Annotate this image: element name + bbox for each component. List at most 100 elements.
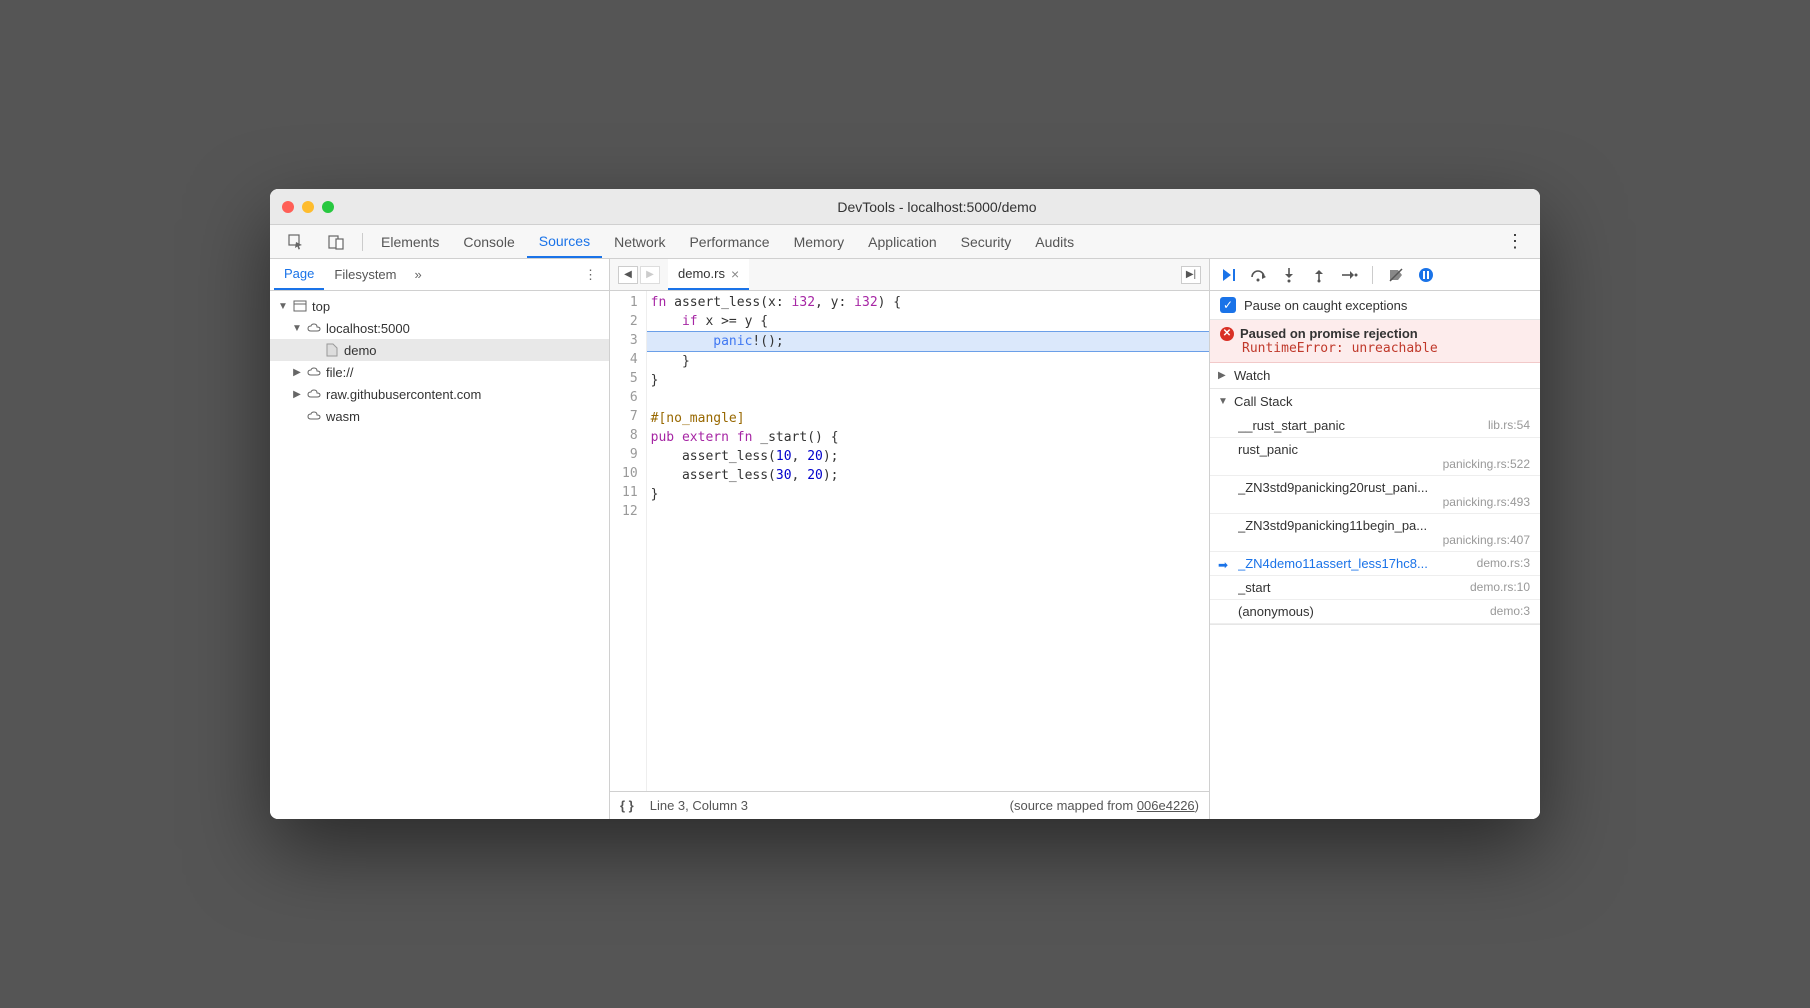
filesystem-tab[interactable]: Filesystem <box>324 259 406 290</box>
debugger-toolbar <box>1210 259 1540 291</box>
more-tabs-button[interactable]: » <box>407 267 430 282</box>
tab-elements[interactable]: Elements <box>369 225 451 258</box>
code-line[interactable]: assert_less(30, 20); <box>647 466 1209 485</box>
close-window-button[interactable] <box>282 201 294 213</box>
code-line[interactable]: panic!(); <box>647 331 1209 352</box>
pause-caught-row[interactable]: ✓ Pause on caught exceptions <box>1210 291 1540 320</box>
tab-network[interactable]: Network <box>602 225 677 258</box>
main-area: Page Filesystem » ⋮ ▼ top ▼ localhost:50… <box>270 259 1540 819</box>
code-line[interactable]: if x >= y { <box>647 312 1209 331</box>
error-icon: ✕ <box>1220 327 1234 341</box>
pretty-print-icon[interactable]: { } <box>620 798 634 813</box>
frame-function: rust_panic <box>1238 442 1298 457</box>
file-tab-label: demo.rs <box>678 266 725 281</box>
frame-location: lib.rs:54 <box>1488 418 1530 433</box>
tree-label: top <box>312 299 330 314</box>
window-icon <box>292 298 308 314</box>
stack-frame[interactable]: ➡_ZN4demo11assert_less17hc8...demo.rs:3 <box>1210 552 1540 576</box>
tree-raw-github[interactable]: ▶ raw.githubusercontent.com <box>270 383 609 405</box>
frame-location: demo.rs:3 <box>1477 556 1530 571</box>
cursor-position: Line 3, Column 3 <box>650 798 748 813</box>
code-line[interactable]: pub extern fn _start() { <box>647 428 1209 447</box>
stack-frame[interactable]: __rust_start_panic lib.rs:54 <box>1210 414 1540 438</box>
cloud-icon <box>306 408 322 424</box>
code-line[interactable] <box>647 504 1209 523</box>
tab-console[interactable]: Console <box>451 225 526 258</box>
tab-audits[interactable]: Audits <box>1023 225 1086 258</box>
step-button[interactable] <box>1340 266 1358 284</box>
stack-frame[interactable]: _ZN3std9panicking20rust_pani...panicking… <box>1210 476 1540 514</box>
frame-location: panicking.rs:522 <box>1238 457 1530 471</box>
tab-performance[interactable]: Performance <box>677 225 781 258</box>
editor-statusbar: { } Line 3, Column 3 (source mapped from… <box>610 791 1209 819</box>
close-tab-icon[interactable]: × <box>731 266 739 282</box>
stack-frame[interactable]: _ZN3std9panicking11begin_pa...panicking.… <box>1210 514 1540 552</box>
tree-top[interactable]: ▼ top <box>270 295 609 317</box>
tab-security[interactable]: Security <box>949 225 1024 258</box>
tab-application[interactable]: Application <box>856 225 949 258</box>
nav-forward-button[interactable]: ▶ <box>640 266 660 284</box>
device-toolbar-icon[interactable] <box>316 225 356 258</box>
tab-memory[interactable]: Memory <box>782 225 857 258</box>
step-over-button[interactable] <box>1250 266 1268 284</box>
stack-frame[interactable]: (anonymous)demo:3 <box>1210 600 1540 624</box>
tree-file-demo[interactable]: demo <box>270 339 609 361</box>
devtools-toolbar: ElementsConsoleSourcesNetworkPerformance… <box>270 225 1540 259</box>
nav-back-button[interactable]: ◀ <box>618 266 638 284</box>
file-tab-demo-rs[interactable]: demo.rs × <box>668 259 749 290</box>
checkbox-checked-icon[interactable]: ✓ <box>1220 297 1236 313</box>
frame-function: _ZN3std9panicking11begin_pa... <box>1238 518 1427 533</box>
tree-label: wasm <box>326 409 360 424</box>
cloud-icon <box>306 386 322 402</box>
code-line[interactable]: } <box>647 352 1209 371</box>
code-area[interactable]: fn assert_less(x: i32, y: i32) { if x >=… <box>647 291 1209 791</box>
step-out-button[interactable] <box>1310 266 1328 284</box>
callstack-section-header[interactable]: ▼ Call Stack <box>1210 389 1540 414</box>
cloud-icon <box>306 364 322 380</box>
deactivate-breakpoints-button[interactable] <box>1387 266 1405 284</box>
page-tab[interactable]: Page <box>274 259 324 290</box>
code-line[interactable]: assert_less(10, 20); <box>647 447 1209 466</box>
code-line[interactable]: fn assert_less(x: i32, y: i32) { <box>647 293 1209 312</box>
frame-function: _ZN3std9panicking20rust_pani... <box>1238 480 1428 495</box>
tree-label: raw.githubusercontent.com <box>326 387 481 402</box>
editor-panel: ◀ ▶ demo.rs × ▶| 123456789101112 fn asse… <box>610 259 1210 819</box>
tree-file-scheme[interactable]: ▶ file:// <box>270 361 609 383</box>
file-tree: ▼ top ▼ localhost:5000 demo ▶ f <box>270 291 609 819</box>
frame-function: __rust_start_panic <box>1238 418 1345 433</box>
navigator-options-icon[interactable]: ⋮ <box>576 267 605 283</box>
source-map-info: (source mapped from 006e4226) <box>1010 798 1199 813</box>
stack-frame[interactable]: _start demo.rs:10 <box>1210 576 1540 600</box>
source-map-link[interactable]: 006e4226 <box>1137 798 1195 813</box>
zoom-window-button[interactable] <box>322 201 334 213</box>
code-editor[interactable]: 123456789101112 fn assert_less(x: i32, y… <box>610 291 1209 791</box>
show-sidebar-button[interactable]: ▶| <box>1181 266 1201 284</box>
gutter: 123456789101112 <box>610 291 647 791</box>
stack-frame[interactable]: rust_panicpanicking.rs:522 <box>1210 438 1540 476</box>
separator <box>362 233 363 251</box>
tree-wasm[interactable]: wasm <box>270 405 609 427</box>
tree-label: localhost:5000 <box>326 321 410 336</box>
step-into-button[interactable] <box>1280 266 1298 284</box>
resume-button[interactable] <box>1220 266 1238 284</box>
inspect-element-icon[interactable] <box>276 225 316 258</box>
pause-caught-label: Pause on caught exceptions <box>1244 298 1407 313</box>
frame-location: demo.rs:10 <box>1470 580 1530 595</box>
alert-message: RuntimeError: unreachable <box>1220 341 1530 356</box>
frame-location: panicking.rs:407 <box>1238 533 1530 547</box>
pause-on-exceptions-button[interactable] <box>1417 266 1435 284</box>
tree-host[interactable]: ▼ localhost:5000 <box>270 317 609 339</box>
code-line[interactable] <box>647 390 1209 409</box>
minimize-window-button[interactable] <box>302 201 314 213</box>
code-line[interactable]: #[no_mangle] <box>647 409 1209 428</box>
watch-section-header[interactable]: ▶ Watch <box>1210 363 1540 388</box>
more-options-icon[interactable]: ⋮ <box>1496 231 1534 252</box>
frame-function: _start <box>1238 580 1271 595</box>
tab-sources[interactable]: Sources <box>527 225 602 258</box>
titlebar: DevTools - localhost:5000/demo <box>270 189 1540 225</box>
file-icon <box>324 342 340 358</box>
code-line[interactable]: } <box>647 371 1209 390</box>
call-stack-list: __rust_start_paniclib.rs:54rust_panicpan… <box>1210 414 1540 624</box>
debugger-panel: ✓ Pause on caught exceptions ✕ Paused on… <box>1210 259 1540 819</box>
code-line[interactable]: } <box>647 485 1209 504</box>
